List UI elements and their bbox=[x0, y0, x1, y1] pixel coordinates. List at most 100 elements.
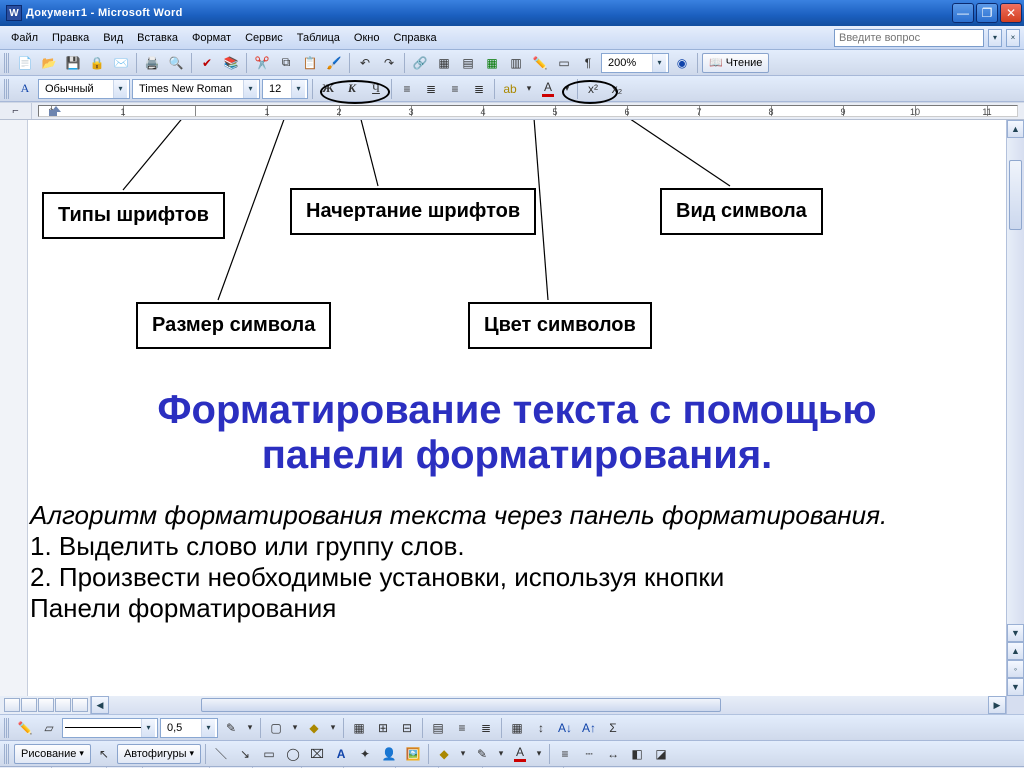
save-button[interactable]: 💾 bbox=[62, 52, 84, 74]
research-button[interactable]: 📚 bbox=[220, 52, 242, 74]
question-input[interactable] bbox=[834, 29, 984, 47]
font-color-arrow[interactable]: ▾ bbox=[561, 78, 573, 100]
zoom-arrow[interactable]: ▾ bbox=[652, 54, 666, 72]
new-doc-button[interactable]: 📄 bbox=[14, 52, 36, 74]
menu-tools[interactable]: Сервис bbox=[238, 30, 290, 46]
menu-file[interactable]: Файл bbox=[4, 30, 45, 46]
font-combo[interactable]: Times New Roman ▾ bbox=[132, 79, 260, 99]
arrow-button[interactable]: ↘ bbox=[234, 743, 256, 765]
shading-color-button[interactable]: ◆ bbox=[303, 717, 325, 739]
browse-next-button[interactable]: ▼ bbox=[1007, 678, 1024, 696]
minimize-button[interactable]: — bbox=[952, 3, 974, 23]
align-center-button[interactable]: ≣ bbox=[420, 78, 442, 100]
merge-cells-button[interactable]: ⊞ bbox=[372, 717, 394, 739]
excel-button[interactable]: ▦ bbox=[481, 52, 503, 74]
highlight-button[interactable]: ab bbox=[499, 78, 521, 100]
zoom-combo[interactable]: 200% ▾ bbox=[601, 53, 669, 73]
line-weight-combo[interactable]: 0,5 ▾ bbox=[160, 718, 218, 738]
split-cells-button[interactable]: ⊟ bbox=[396, 717, 418, 739]
document-area[interactable]: Типы шрифтов Начертание шрифтов Вид симв… bbox=[28, 120, 1006, 696]
fill-color-button[interactable]: ◆ bbox=[433, 743, 455, 765]
horizontal-scrollbar[interactable]: ◀ ▶ bbox=[90, 696, 1024, 714]
diagram-button[interactable]: ✦ bbox=[354, 743, 376, 765]
wordart-button[interactable]: A bbox=[330, 743, 352, 765]
pencil-color-arrow[interactable]: ▾ bbox=[244, 717, 256, 739]
cut-button[interactable]: ✂️ bbox=[251, 52, 273, 74]
vertical-scrollbar[interactable]: ▲ ▼ ▲ ◦ ▼ bbox=[1006, 120, 1024, 696]
columns-button[interactable]: ▥ bbox=[505, 52, 527, 74]
browse-object-button[interactable]: ◦ bbox=[1007, 660, 1024, 678]
align-cells-button[interactable]: ▤ bbox=[427, 717, 449, 739]
subscript-button[interactable]: x₂ bbox=[606, 78, 628, 100]
italic-button[interactable]: К bbox=[341, 78, 363, 100]
vscroll-thumb[interactable] bbox=[1009, 160, 1022, 230]
clipart-button[interactable]: 👤 bbox=[378, 743, 400, 765]
open-button[interactable]: 📂 bbox=[38, 52, 60, 74]
scroll-down-button[interactable]: ▼ bbox=[1007, 624, 1024, 642]
redo-button[interactable]: ↷ bbox=[378, 52, 400, 74]
style-arrow[interactable]: ▾ bbox=[113, 80, 127, 98]
eraser-icon[interactable]: ▱ bbox=[38, 717, 60, 739]
distribute-rows-button[interactable]: ≡ bbox=[451, 717, 473, 739]
border-arrow[interactable]: ▾ bbox=[289, 717, 301, 739]
insert-picture-button[interactable]: 🖼️ bbox=[402, 743, 424, 765]
question-dropdown[interactable]: ▾ bbox=[988, 29, 1002, 47]
help-button[interactable]: ◉ bbox=[671, 52, 693, 74]
format-painter-button[interactable]: 🖌️ bbox=[323, 52, 345, 74]
help-close[interactable]: × bbox=[1006, 29, 1020, 47]
arrow-style-button[interactable]: ↔ bbox=[602, 743, 624, 765]
line-button[interactable]: ＼ bbox=[210, 743, 232, 765]
superscript-button[interactable]: x² bbox=[582, 78, 604, 100]
sort-asc-button[interactable]: A↓ bbox=[554, 717, 576, 739]
drawing-menu[interactable]: Рисование ▾ bbox=[14, 744, 91, 764]
menu-edit[interactable]: Правка bbox=[45, 30, 96, 46]
bold-button[interactable]: Ж bbox=[317, 78, 339, 100]
print-button[interactable]: 🖨️ bbox=[141, 52, 163, 74]
print-preview-button[interactable]: 🔍 bbox=[165, 52, 187, 74]
reading-layout-button[interactable]: 📖 Чтение bbox=[702, 53, 769, 73]
font-color-button[interactable]: A bbox=[537, 78, 559, 100]
size-arrow[interactable]: ▾ bbox=[291, 80, 305, 98]
align-justify-button[interactable]: ≣ bbox=[468, 78, 490, 100]
outside-border-button[interactable]: ▢ bbox=[265, 717, 287, 739]
oval-button[interactable]: ◯ bbox=[282, 743, 304, 765]
web-view-button[interactable] bbox=[21, 698, 37, 712]
reading-view-button[interactable] bbox=[72, 698, 88, 712]
scroll-up-button[interactable]: ▲ bbox=[1007, 120, 1024, 138]
toolbar-grip-2[interactable] bbox=[4, 79, 10, 99]
docmap-button[interactable]: ▭ bbox=[553, 52, 575, 74]
scroll-left-button[interactable]: ◀ bbox=[91, 696, 109, 714]
rectangle-button[interactable]: ▭ bbox=[258, 743, 280, 765]
sort-desc-button[interactable]: A↑ bbox=[578, 717, 600, 739]
draw-table-icon[interactable]: ✏️ bbox=[14, 717, 36, 739]
text-box-button[interactable]: ⌧ bbox=[306, 743, 328, 765]
font-arrow[interactable]: ▾ bbox=[243, 80, 257, 98]
fill-arrow[interactable]: ▾ bbox=[457, 743, 469, 765]
align-left-button[interactable]: ≡ bbox=[396, 78, 418, 100]
autoformat-button[interactable]: ▦ bbox=[506, 717, 528, 739]
style-combo[interactable]: Обычный ▾ bbox=[38, 79, 130, 99]
hscroll-thumb[interactable] bbox=[201, 698, 721, 712]
print-layout-view-button[interactable] bbox=[38, 698, 54, 712]
shading-arrow[interactable]: ▾ bbox=[327, 717, 339, 739]
menu-format[interactable]: Формат bbox=[185, 30, 238, 46]
maximize-button[interactable]: ❐ bbox=[976, 3, 998, 23]
show-para-button[interactable]: ¶ bbox=[577, 52, 599, 74]
shadow-button[interactable]: ◧ bbox=[626, 743, 648, 765]
line-style-button[interactable]: ≡ bbox=[554, 743, 576, 765]
tables-borders-button[interactable]: ▦ bbox=[433, 52, 455, 74]
font-color-arrow-2[interactable]: ▾ bbox=[533, 743, 545, 765]
paste-button[interactable]: 📋 bbox=[299, 52, 321, 74]
font-size-combo[interactable]: 12 ▾ bbox=[262, 79, 308, 99]
menu-help[interactable]: Справка bbox=[386, 30, 443, 46]
distribute-cols-button[interactable]: ≣ bbox=[475, 717, 497, 739]
menu-table[interactable]: Таблица bbox=[290, 30, 347, 46]
close-button[interactable]: ✕ bbox=[1000, 3, 1022, 23]
pencil-color-button[interactable]: ✎ bbox=[220, 717, 242, 739]
insert-table-button[interactable]: ▤ bbox=[457, 52, 479, 74]
hyperlink-button[interactable]: 🔗 bbox=[409, 52, 431, 74]
undo-button[interactable]: ↶ bbox=[354, 52, 376, 74]
text-direction-button[interactable]: ↕ bbox=[530, 717, 552, 739]
insert-table-button-2[interactable]: ▦ bbox=[348, 717, 370, 739]
scroll-right-button[interactable]: ▶ bbox=[988, 696, 1006, 714]
